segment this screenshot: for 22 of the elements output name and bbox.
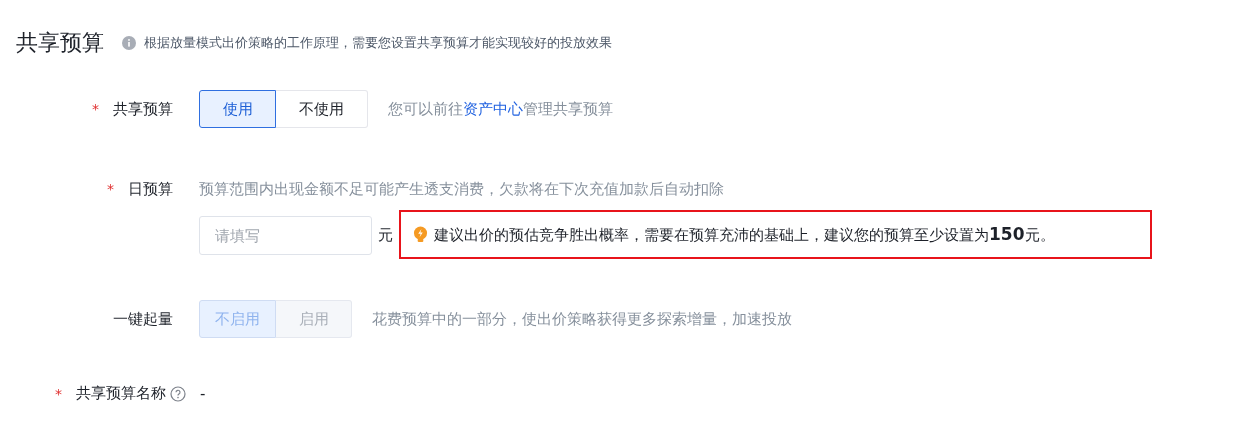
field-hint: 预算范围内出现金额不足可能产生透支消费，欠款将在下次充值加款后自动扣除 xyxy=(199,179,725,200)
required-mark: * xyxy=(55,385,62,402)
segment-option[interactable]: 不使用 xyxy=(276,90,368,128)
required-mark: * xyxy=(92,101,99,117)
budget-input[interactable]: 请填写 xyxy=(199,216,372,255)
field-label: 共享预算 xyxy=(113,99,173,119)
field-label: 一键起量 xyxy=(113,309,173,329)
required-mark: * xyxy=(107,181,114,197)
section-hint: 根据放量模式出价策略的工作原理，需要您设置共享预算才能实现较好的投放效果 xyxy=(144,34,612,52)
help-icon[interactable] xyxy=(170,385,186,402)
field-label: 共享预算名称 xyxy=(76,384,166,403)
asset-center-link[interactable]: 资产中心 xyxy=(463,99,523,118)
field-value: - xyxy=(200,385,206,403)
field-label: 日预算 xyxy=(128,179,173,199)
unit-label: 元 xyxy=(378,226,393,245)
lightbulb-icon xyxy=(413,226,428,243)
field-note: 您可以前往资产中心管理共享预算 xyxy=(388,99,613,119)
field-note: 花费预算中的一部分，使出价策略获得更多探索增量，加速投放 xyxy=(372,309,792,329)
section-title: 共享预算 xyxy=(16,29,104,57)
suggestion-text: 建议出价的预估竞争胜出概率，需要在预算充沛的基础上，建议您的预算至少设置为150元。 xyxy=(434,224,1055,245)
segment-option[interactable]: 使用 xyxy=(199,90,276,128)
info-icon xyxy=(122,36,136,50)
